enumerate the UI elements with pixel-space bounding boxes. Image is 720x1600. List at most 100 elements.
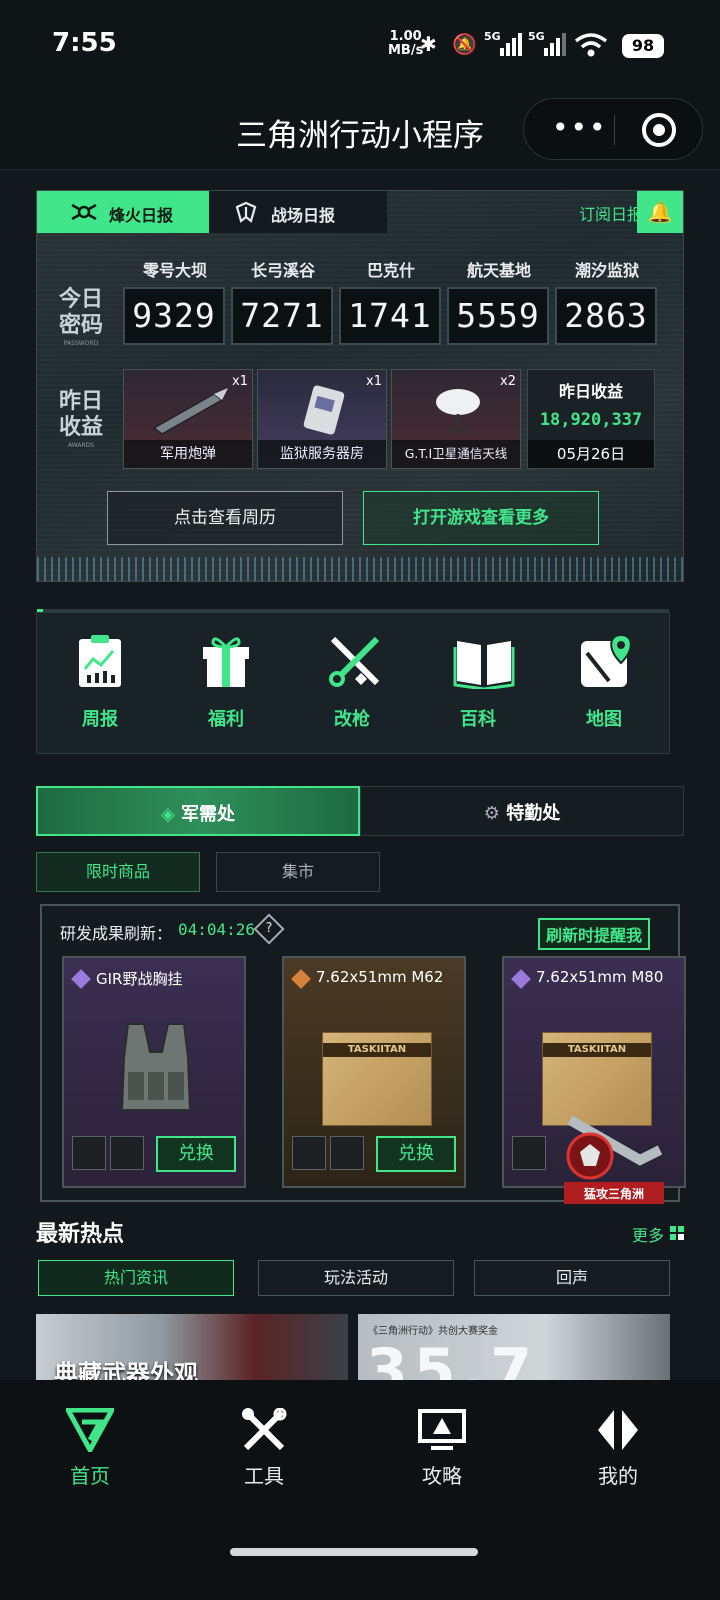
- shell-icon: [152, 388, 228, 435]
- promo-label: 猛攻三角洲: [583, 1186, 644, 1201]
- nav-mine[interactable]: 我的: [528, 1400, 708, 1489]
- map-password-code: 9329: [123, 287, 225, 345]
- password-sublabel: PASSWORD: [63, 340, 99, 347]
- profile-emblem-icon: [598, 1410, 638, 1450]
- income-value: 18,920,337: [539, 410, 643, 430]
- tab-fenghuo-daily[interactable]: 烽火日报: [37, 191, 209, 233]
- home-logo-icon: [66, 1408, 114, 1452]
- award-item[interactable]: x2 G.T.I卫星通信天线: [391, 369, 521, 469]
- award-name: 军用炮弹: [124, 440, 252, 468]
- refresh-label: 研发成果刷新：: [60, 924, 173, 943]
- battery-indicator: 98: [622, 34, 664, 58]
- gift-icon: [203, 637, 249, 687]
- news-thumb-caption: 《三角洲行动》共创大赛奖金: [368, 1326, 498, 1337]
- yesterday-income-card: 昨日收益 18,920,337 05月26日: [527, 369, 655, 469]
- subtab-market[interactable]: 集市: [216, 852, 380, 892]
- password-label-text: 今日密码: [58, 287, 103, 338]
- map-name: 长弓溪谷: [250, 261, 315, 280]
- help-icon[interactable]: ?: [253, 913, 285, 945]
- view-weekly-calendar-button[interactable]: 点击查看周历: [107, 491, 343, 545]
- news-more-link[interactable]: 更多: [632, 1222, 664, 1246]
- capsule-divider: [614, 115, 615, 145]
- report-icon: [79, 635, 121, 687]
- signal-label-2: 5G: [528, 30, 545, 43]
- cost-item-slot: [512, 1136, 546, 1170]
- news-thumbnail[interactable]: 《三角洲行动》共创大赛奖金 35.7: [358, 1314, 670, 1384]
- nav-label: 攻略: [422, 1464, 462, 1488]
- shop-item-card[interactable]: GIR野战胸挂 兑换: [62, 956, 246, 1188]
- map-pin-icon: [581, 633, 632, 687]
- signal-label: 5G: [484, 30, 501, 43]
- map-password-code: 1741: [339, 287, 441, 345]
- award-name: 监狱服务器房: [258, 440, 386, 468]
- item-name: 7.62x51mm M62: [316, 968, 444, 986]
- shortcut-encyclopedia[interactable]: 百科: [415, 613, 541, 755]
- news-tab-activities[interactable]: 玩法活动: [258, 1260, 454, 1296]
- map-name: 潮汐监狱: [574, 261, 639, 280]
- miniprogram-capsule: •••: [523, 98, 703, 160]
- keycard-icon: [303, 385, 345, 435]
- income-title: 昨日收益: [558, 382, 623, 401]
- shortcut-map[interactable]: 地图: [541, 613, 667, 755]
- nav-label: 首页: [70, 1464, 110, 1488]
- exchange-button[interactable]: 兑换: [376, 1136, 456, 1172]
- antenna-icon: [436, 389, 480, 434]
- audio-wave-decoration: [37, 557, 683, 581]
- cost-item-slot: [292, 1136, 326, 1170]
- rarity-gem-icon: [71, 969, 91, 989]
- drone-icon: [71, 203, 97, 221]
- awards-label-text: 昨日收益: [58, 389, 103, 440]
- shop-item-card[interactable]: 7.62x51mm M62 TASKIITAN 兑换: [282, 956, 466, 1188]
- award-count: x2: [500, 374, 516, 389]
- shield-wing-icon: [235, 201, 257, 223]
- exchange-button[interactable]: 兑换: [156, 1136, 236, 1172]
- signal-icon-2: 5G: [528, 30, 566, 56]
- tab-battlefield-daily[interactable]: 战场日报: [209, 191, 387, 233]
- promo-float-badge[interactable]: 猛攻三角洲: [560, 1100, 670, 1210]
- more-menu-icon[interactable]: •••: [552, 111, 608, 144]
- ammo-box-icon: TASKIITAN: [322, 1032, 432, 1126]
- nav-home[interactable]: 首页: [0, 1400, 180, 1489]
- grid-icon[interactable]: [670, 1226, 684, 1240]
- gear-icon: ⚙: [483, 803, 507, 824]
- net-speed: 1.00 MB/s: [388, 30, 423, 58]
- nav-label: 工具: [244, 1464, 284, 1488]
- home-indicator: [230, 1548, 478, 1556]
- refresh-timer: 04:04:26: [178, 920, 256, 939]
- subtab-limited-goods[interactable]: 限时商品: [36, 852, 200, 892]
- password-label: 今日密码 PASSWORD: [51, 287, 111, 349]
- subscribe-daily-link[interactable]: 订阅日报: [579, 201, 643, 225]
- nav-tools[interactable]: 工具: [174, 1400, 354, 1489]
- news-tab-echo[interactable]: 回声: [474, 1260, 670, 1296]
- shortcut-weekly-report[interactable]: 周报: [37, 613, 163, 755]
- map-password-code: 2863: [555, 287, 657, 345]
- diamond-logo-icon: ◈: [160, 804, 182, 825]
- nav-guides[interactable]: 攻略: [352, 1400, 532, 1489]
- shortcut-label: 百科: [460, 709, 496, 730]
- news-thumbnail[interactable]: 典藏武器外观: [36, 1314, 348, 1384]
- open-game-button[interactable]: 打开游戏查看更多: [363, 491, 599, 545]
- wifi-icon: [574, 33, 608, 57]
- close-miniprogram-icon[interactable]: [642, 113, 676, 147]
- tab-supply-office[interactable]: ◈ 军需处: [36, 786, 360, 836]
- remind-on-refresh-button[interactable]: 刷新时提醒我: [537, 918, 650, 950]
- award-item[interactable]: x1 监狱服务器房: [257, 369, 387, 469]
- map-name: 航天基地: [466, 261, 531, 280]
- tab-label-text: 特勤处: [506, 803, 561, 824]
- net-speed-unit: MB/s: [388, 43, 424, 58]
- shortcut-label: 周报: [82, 709, 118, 730]
- tab-special-office[interactable]: ⚙ 特勤处: [360, 786, 684, 836]
- shortcut-welfare[interactable]: 福利: [163, 613, 289, 755]
- box-brand: TASKIITAN: [543, 1043, 651, 1057]
- award-item[interactable]: x1 军用炮弹: [123, 369, 253, 469]
- monitor-icon: [418, 1409, 466, 1450]
- shortcut-modify-gun[interactable]: 改枪: [289, 613, 415, 755]
- award-name: G.T.I卫星通信天线: [392, 440, 520, 468]
- bell-icon[interactable]: 🔔: [637, 191, 683, 233]
- book-icon: [453, 641, 515, 689]
- bottom-nav: 首页 工具 攻略 我的: [0, 1380, 720, 1600]
- cost-item-slot: [110, 1136, 144, 1170]
- news-tab-hot[interactable]: 热门资讯: [38, 1260, 234, 1296]
- bluetooth-icon: ✱: [420, 32, 437, 56]
- tab-label: 烽火日报: [109, 206, 174, 225]
